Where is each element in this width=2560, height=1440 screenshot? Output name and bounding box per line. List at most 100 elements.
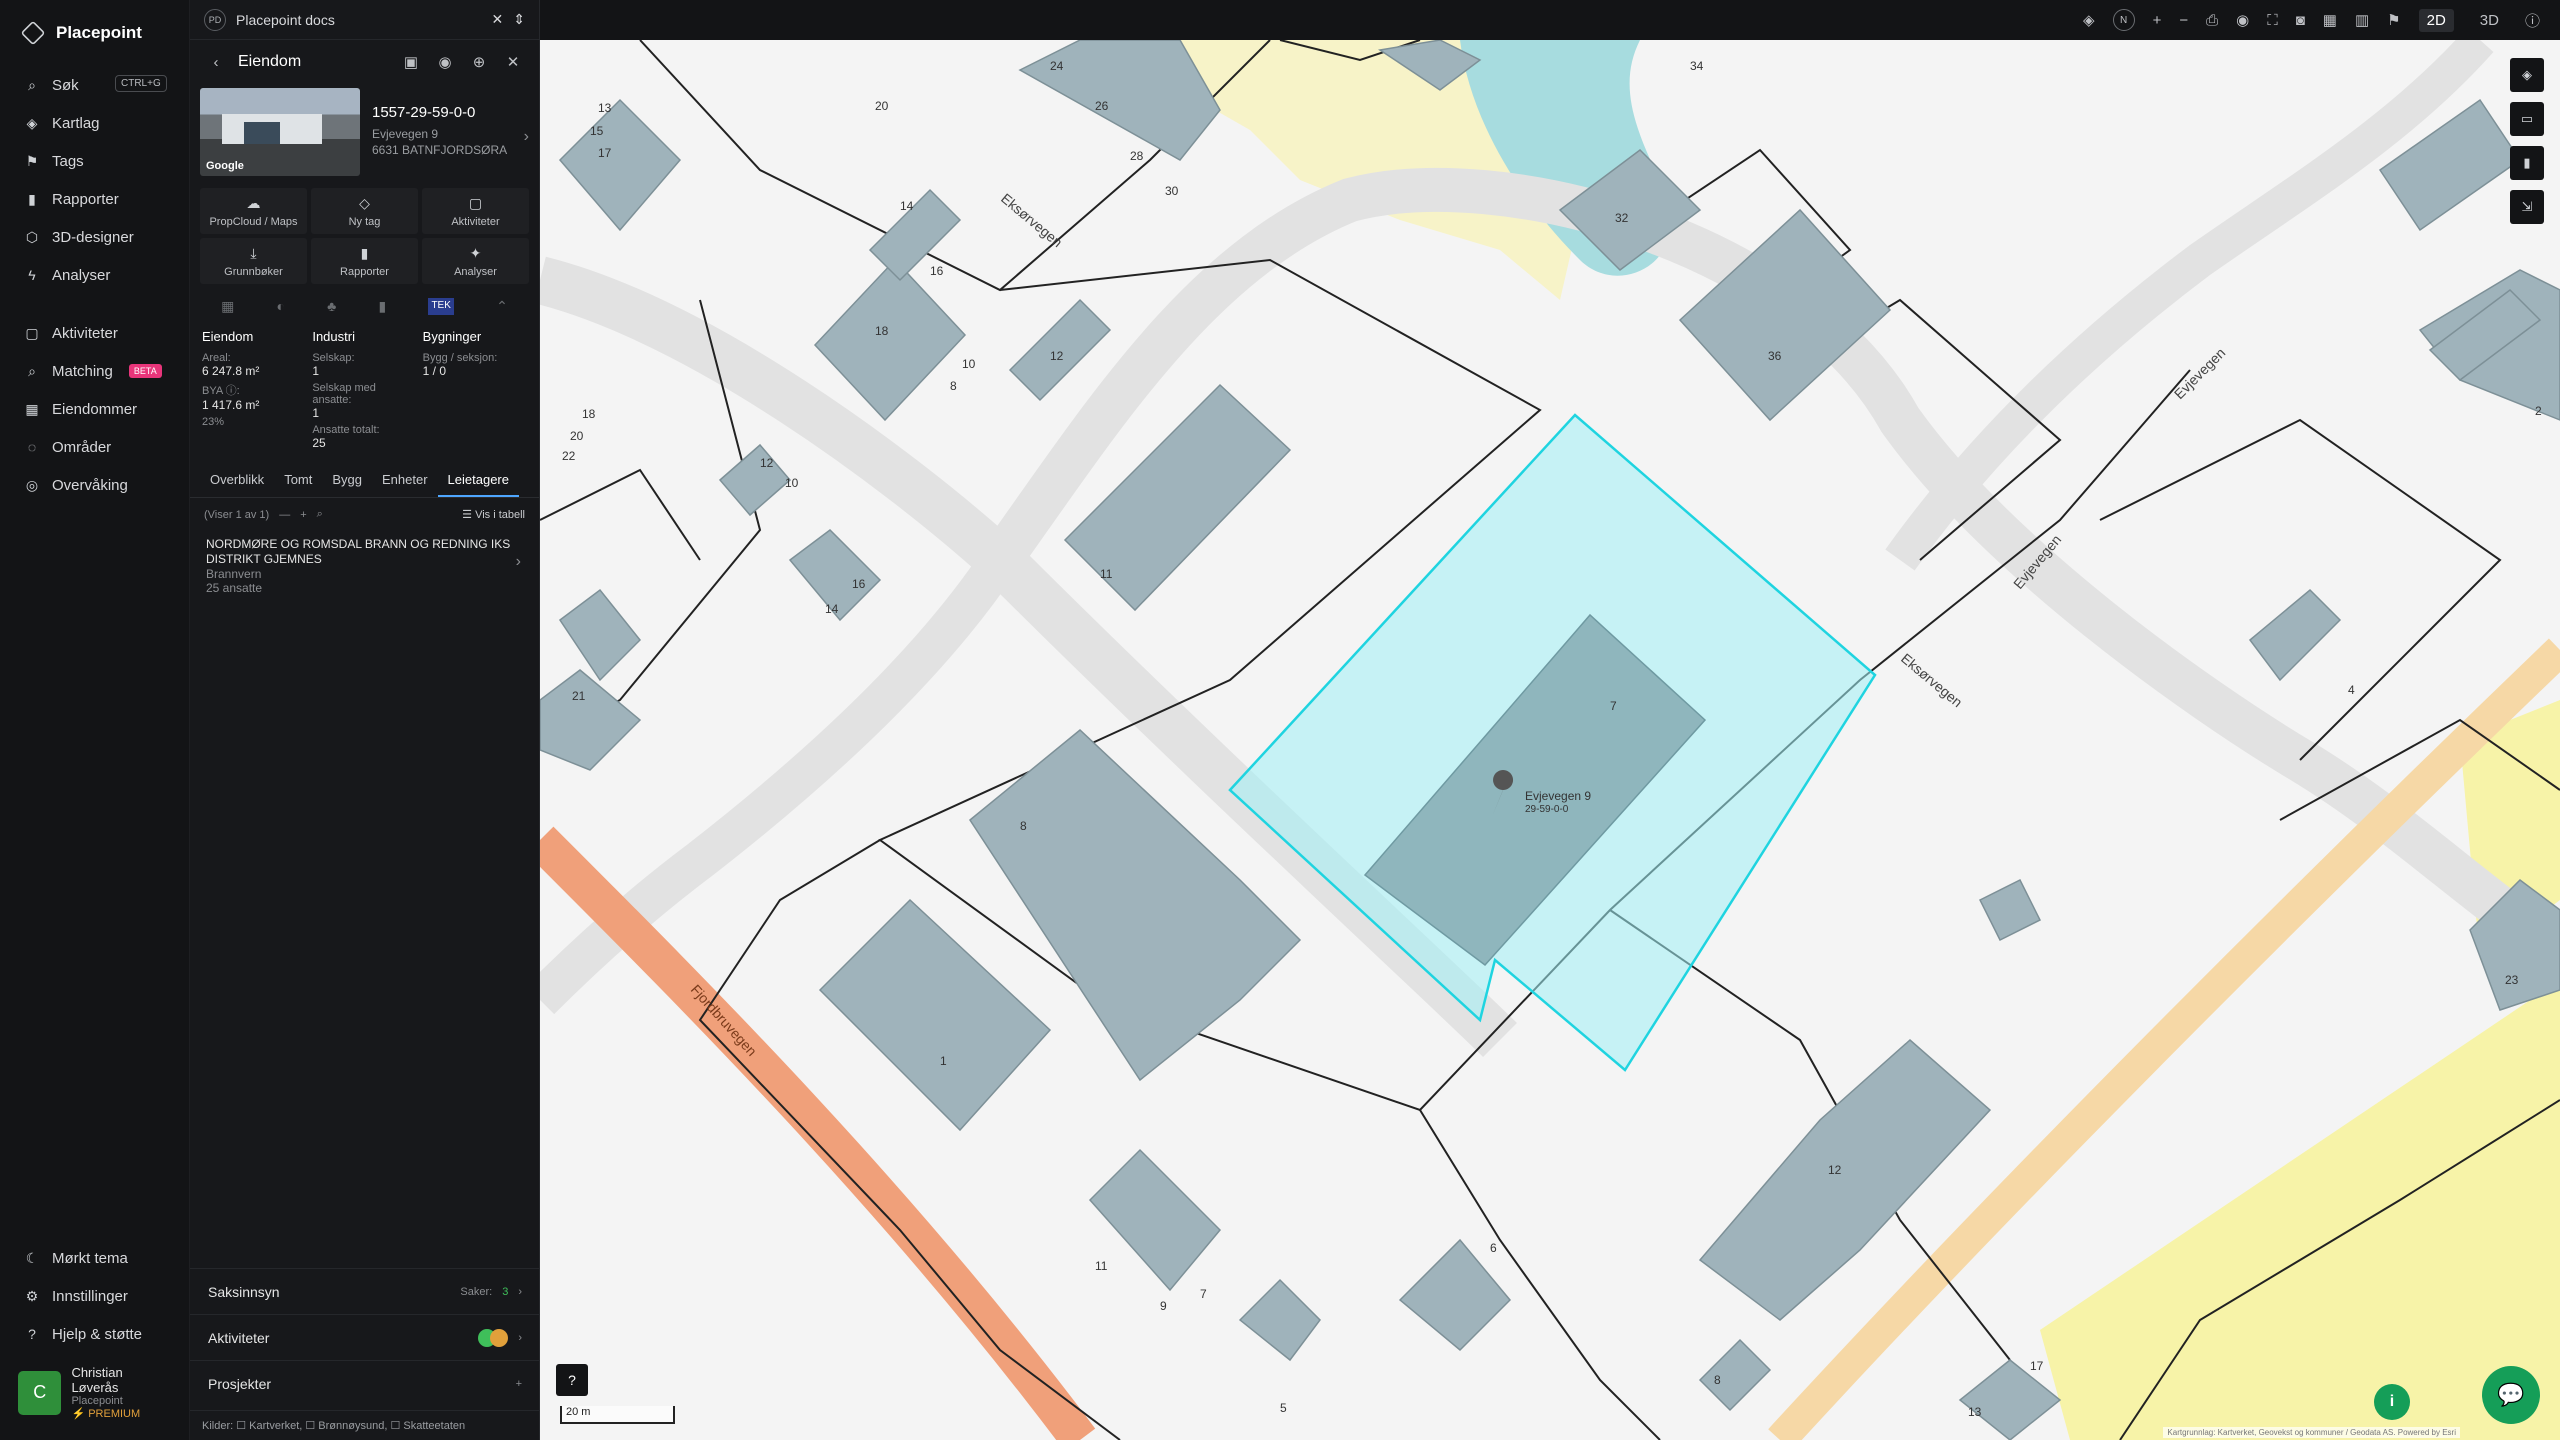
fullscreen-icon[interactable]: ⛶ <box>2267 12 2278 29</box>
shortcut-badge: CTRL+G <box>115 75 167 92</box>
action-grunnb-ker[interactable]: ⤓ Grunnbøker <box>200 238 307 284</box>
nav-item-overv-king[interactable]: ◎ Overvåking <box>0 466 189 504</box>
nav-item-aktiviteter[interactable]: ▢ Aktiviteter <box>0 314 189 352</box>
action-propcloud-maps[interactable]: ☁ PropCloud / Maps <box>200 188 307 234</box>
camera-icon[interactable]: ◙ <box>2296 12 2305 29</box>
bookmark-icon[interactable]: ⚑ <box>2387 11 2400 29</box>
map-canvas[interactable]: Evjevegen 9 29-59-0-0 7 Eksørvegen Eksør… <box>540 40 2560 1440</box>
nav-item-tags[interactable]: ⚑ Tags <box>0 142 189 180</box>
crosshair-icon[interactable]: ⊕ <box>467 53 491 71</box>
info-icon[interactable]: ⓘ <box>2525 10 2540 31</box>
property-summary[interactable]: Google 1557-29-59-0-0 Evjevegen 9 6631 B… <box>190 84 539 182</box>
stat-label: Ansatte totalt: <box>312 424 380 436</box>
nav-item-kartlag[interactable]: ◈ Kartlag <box>0 104 189 142</box>
tab-overblikk[interactable]: Overblikk <box>200 464 274 497</box>
nav-item-label: Hjelp & støtte <box>52 1325 143 1343</box>
help-icon[interactable]: ? <box>556 1364 588 1396</box>
stat-bygg: 1 / 0 <box>422 364 447 378</box>
user-card[interactable]: C Christian Løverås Placepoint ⚡ PREMIUM <box>0 1353 190 1440</box>
panel-title: Eiendom <box>238 53 302 70</box>
house-number: 16 <box>930 264 944 278</box>
property-panel: PD Placepoint docs ✕ ⇕ ‹ Eiendom ▣ ◉ ⊕ ✕… <box>190 0 540 1440</box>
section-aktiviteter[interactable]: Aktiviteter › <box>190 1314 540 1360</box>
section-saksinnsyn[interactable]: Saksinnsyn Saker: 3 › <box>190 1268 540 1314</box>
grid-icon[interactable]: ▦ <box>2323 11 2337 29</box>
brand[interactable]: Placepoint <box>0 0 189 66</box>
back-icon[interactable]: ‹ <box>204 54 228 71</box>
street-view-thumbnail[interactable]: Google <box>200 88 360 176</box>
minus-icon[interactable]: — <box>279 509 290 521</box>
table-view-button[interactable]: ☰ Vis i tabell <box>462 508 525 521</box>
nav-item-rapporter[interactable]: ▮ Rapporter <box>0 180 189 218</box>
nav-item-hjelp-st-tte[interactable]: ? Hjelp & støtte <box>0 1315 190 1353</box>
layers-icon: ◈ <box>26 114 38 131</box>
chevron-updown-icon[interactable]: ⇕ <box>513 11 525 28</box>
view-3d-button[interactable]: 3D <box>2472 9 2507 32</box>
stat-bya-pct: 23% <box>202 416 225 428</box>
tab-tomt[interactable]: Tomt <box>274 464 322 497</box>
action-aktiviteter[interactable]: ▢ Aktiviteter <box>422 188 529 234</box>
search-icon[interactable]: ⌕ <box>317 508 323 521</box>
property-stats: Eiendom Areal: 6 247.8 m² BYA ⓘ: 1 417.6… <box>190 323 539 456</box>
nav-item-innstillinger[interactable]: ⚙ Innstillinger <box>0 1277 190 1315</box>
action-label: Aktiviteter <box>451 215 500 228</box>
eye-icon[interactable]: ◉ <box>433 53 457 71</box>
tek-icon[interactable]: TEK <box>428 298 454 315</box>
action-label: Ny tag <box>348 215 381 228</box>
split-icon[interactable]: ▥ <box>2355 11 2369 29</box>
list-item[interactable]: NORDMØRE OG ROMSDAL BRANN OG REDNING IKS… <box>190 531 539 601</box>
bars-icon[interactable]: ▮ <box>379 298 387 315</box>
plus-icon[interactable]: + <box>300 509 306 521</box>
eye-icon[interactable]: ◉ <box>2236 11 2249 29</box>
doc-name[interactable]: Placepoint docs <box>236 12 482 28</box>
nav-item-m-rkt-tema[interactable]: ☾ Mørkt tema <box>0 1239 190 1277</box>
tree-icon[interactable]: ♣ <box>327 298 336 315</box>
nav-item-matching[interactable]: ⌕ Matching BETA <box>0 352 189 390</box>
action-rapporter[interactable]: ▮ Rapporter <box>311 238 418 284</box>
ruler-icon[interactable]: ▭ <box>2510 102 2544 136</box>
tab-leietagere[interactable]: Leietagere <box>437 464 519 497</box>
stat-med-ansatte: 1 <box>312 406 320 420</box>
close-icon[interactable]: ✕ <box>492 11 504 28</box>
print-icon[interactable]: ⎙ <box>2206 12 2218 29</box>
section-prosjekter[interactable]: Prosjekter + <box>190 1360 540 1406</box>
info-button[interactable]: i <box>2374 1384 2410 1420</box>
nav-item-label: Matching <box>52 362 113 380</box>
gear-icon: ⚙ <box>25 1287 39 1304</box>
nav-item-label: Søk <box>52 76 79 94</box>
nav-item-label: Kartlag <box>52 114 100 132</box>
chart-icon: ▮ <box>360 244 369 261</box>
globe-icon[interactable]: ◐ <box>277 298 285 315</box>
close-icon[interactable]: ✕ <box>501 53 525 71</box>
se-icon[interactable]: ▦ <box>221 298 234 315</box>
action-ny-tag[interactable]: ◇ Ny tag <box>311 188 418 234</box>
house-number: 12 <box>760 456 774 470</box>
tab-enheter[interactable]: Enheter <box>372 464 438 497</box>
saker-count: 3 <box>502 1285 509 1298</box>
view-2d-button[interactable]: 2D <box>2418 8 2454 32</box>
chevron-right-icon[interactable]: › <box>524 128 529 146</box>
nav-item-s-k[interactable]: ⌕ Søk CTRL+G <box>0 66 189 104</box>
action-analyser[interactable]: ✦ Analyser <box>422 238 529 284</box>
doc-bar: PD Placepoint docs ✕ ⇕ <box>190 0 539 40</box>
house-number: 12 <box>1050 349 1064 363</box>
tab-bygg[interactable]: Bygg <box>322 464 372 497</box>
chat-button[interactable]: 💬 <box>2482 1366 2540 1424</box>
map-svg[interactable]: Evjevegen 9 29-59-0-0 7 Eksørvegen Eksør… <box>540 40 2560 1440</box>
chart-icon[interactable]: ▮ <box>2510 146 2544 180</box>
zoom-in-icon[interactable]: + <box>2153 12 2162 29</box>
nav-item-eiendommer[interactable]: ▦ Eiendommer <box>0 390 189 428</box>
zoom-out-icon[interactable]: − <box>2179 12 2188 29</box>
collapse-icon[interactable]: ⌃ <box>496 298 508 315</box>
nav-item-omr-der[interactable]: ◌ Områder <box>0 428 189 466</box>
id-card-icon[interactable]: ▣ <box>399 53 423 71</box>
filter-icon[interactable]: ⇲ <box>2510 190 2544 224</box>
house-number: 10 <box>785 476 799 490</box>
add-icon[interactable]: + <box>516 1378 522 1390</box>
nav-item-3d-designer[interactable]: ⬡ 3D-designer <box>0 218 189 256</box>
compass-icon[interactable]: N <box>2112 9 2135 31</box>
layers-stack-icon[interactable]: ◈ <box>2083 11 2095 29</box>
moon-icon: ☾ <box>25 1249 39 1266</box>
layers-icon[interactable]: ◈ <box>2510 58 2544 92</box>
nav-item-analyser[interactable]: ϟ Analyser <box>0 256 189 294</box>
